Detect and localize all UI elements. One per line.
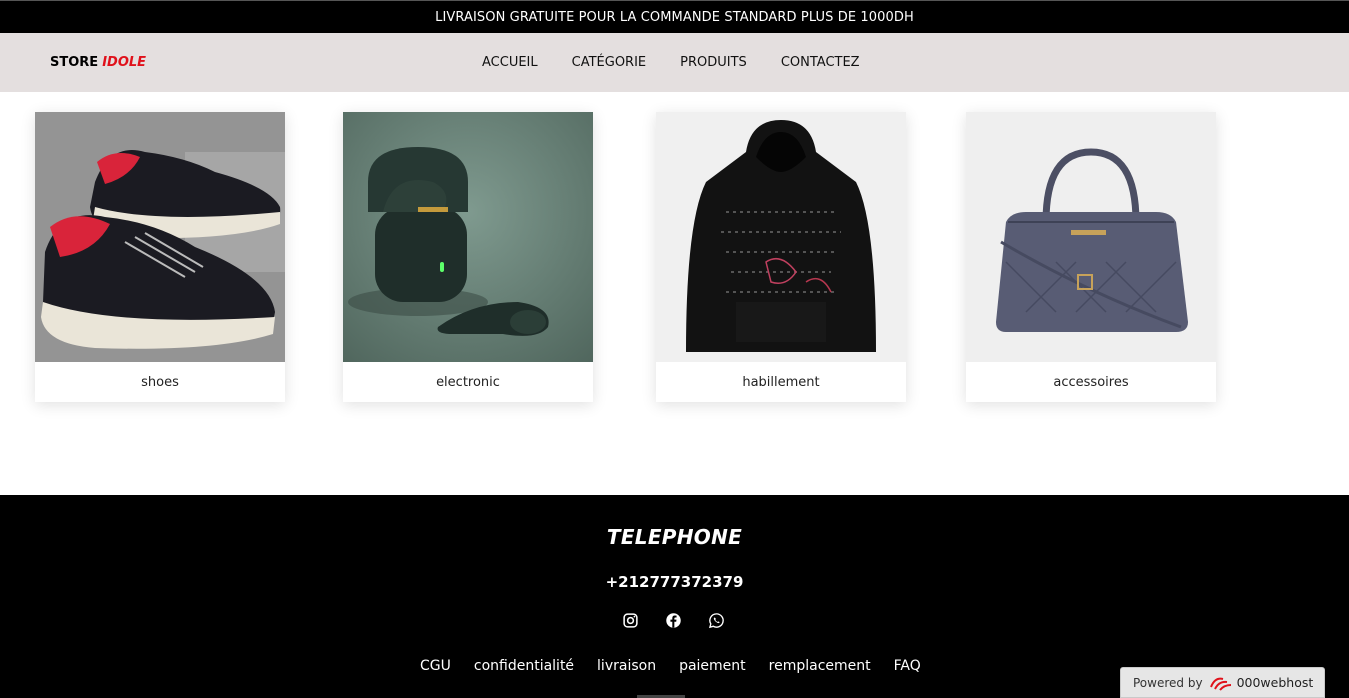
category-label[interactable]: electronic [343, 362, 593, 402]
footer-link-cgu[interactable]: CGU [420, 658, 451, 674]
logo-main: STORE [50, 55, 99, 70]
announcement-text: LIVRAISON GRATUITE POUR LA COMMANDE STAN… [435, 9, 914, 25]
category-label[interactable]: shoes [35, 362, 285, 402]
badge-brand-text: 000webhost [1236, 675, 1314, 690]
footer-link-confidentialite[interactable]: confidentialité [474, 658, 574, 674]
footer-phone[interactable]: +212777372379 [0, 573, 1349, 591]
nav-categorie[interactable]: CATÉGORIE [572, 55, 647, 70]
footer-link-paiement[interactable]: paiement [679, 658, 746, 674]
logo-accent: IDOLE [102, 55, 147, 70]
badge-brand: 000webhost [1209, 675, 1314, 691]
hosting-badge[interactable]: Powered by 000webhost [1120, 667, 1325, 698]
site-logo[interactable]: STORE IDOLE [50, 33, 146, 92]
footer-links: CGU confidentialité livraison paiement r… [420, 658, 921, 674]
handbag-photo[interactable] [966, 112, 1216, 362]
category-card-electronic[interactable]: electronic [343, 112, 593, 402]
navbar: STORE IDOLE ACCUEIL CATÉGORIE PRODUITS C… [0, 33, 1349, 92]
category-label[interactable]: habillement [656, 362, 906, 402]
main-nav: ACCUEIL CATÉGORIE PRODUITS CONTACTEZ [482, 33, 860, 92]
category-card-shoes[interactable]: shoes [35, 112, 285, 402]
facebook-icon[interactable] [665, 612, 682, 629]
nav-contactez[interactable]: CONTACTEZ [781, 55, 860, 70]
category-card-accessoires[interactable]: accessoires [966, 112, 1216, 402]
social-links [622, 612, 725, 629]
footer-link-remplacement[interactable]: remplacement [769, 658, 871, 674]
footer-title: TELEPHONE [606, 525, 743, 549]
category-label[interactable]: accessoires [966, 362, 1216, 402]
whatsapp-icon[interactable] [708, 612, 725, 629]
nav-accueil[interactable]: ACCUEIL [482, 55, 538, 70]
announcement-bar: LIVRAISON GRATUITE POUR LA COMMANDE STAN… [0, 0, 1349, 33]
instagram-icon[interactable] [622, 612, 639, 629]
webhost-logo-icon [1209, 677, 1231, 691]
footer-link-livraison[interactable]: livraison [597, 658, 656, 674]
earbuds-photo[interactable] [343, 112, 593, 362]
nav-produits[interactable]: PRODUITS [680, 55, 747, 70]
hoodie-photo[interactable] [656, 112, 906, 362]
category-card-habillement[interactable]: habillement [656, 112, 906, 402]
footer-link-faq[interactable]: FAQ [894, 658, 921, 674]
sneakers-photo[interactable] [35, 112, 285, 362]
badge-prefix: Powered by [1133, 675, 1203, 690]
